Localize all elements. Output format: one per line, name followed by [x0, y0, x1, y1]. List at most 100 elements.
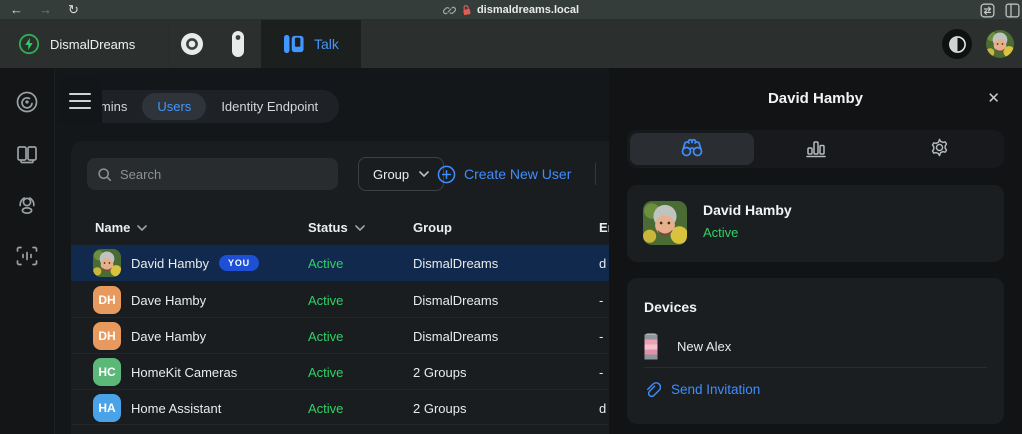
tab-switcher-icon[interactable]	[980, 3, 995, 18]
app-window: ← → ↻ dismaldreams.local DismalDreams T	[0, 0, 1022, 434]
device-name: New Alex	[677, 339, 731, 354]
profile-card: David Hamby Active	[627, 185, 1004, 262]
tab-users[interactable]: Users	[142, 93, 206, 120]
sidebar-item-stations[interactable]	[7, 135, 47, 175]
column-header-name[interactable]: Name	[95, 220, 147, 235]
chevron-down-icon	[419, 171, 429, 177]
users-table: David HambyYOUActiveDismalDreamsdDHDave …	[71, 245, 609, 425]
app-header: DismalDreams Talk	[0, 20, 1022, 68]
link-icon	[443, 4, 456, 17]
sidebar-item-voice[interactable]	[7, 236, 47, 276]
talk-tab[interactable]: Talk	[261, 20, 361, 68]
close-icon[interactable]: ✕	[987, 89, 1000, 107]
contrast-icon	[948, 35, 967, 54]
panel-tab-bar-chart[interactable]	[754, 133, 878, 165]
sidebar-split-icon[interactable]	[1005, 3, 1020, 18]
insecure-lock-icon	[461, 4, 472, 16]
table-row[interactable]: David HambyYOU Active DismalDreams d	[71, 245, 609, 281]
cell-email: d	[599, 245, 606, 281]
column-header-status[interactable]: Status	[308, 220, 365, 235]
send-invitation-button[interactable]: Send Invitation	[644, 381, 760, 398]
sort-chevron-icon	[355, 225, 365, 231]
column-header-email: Email	[599, 220, 609, 235]
cell-name: DHDave Hamby	[93, 318, 206, 354]
devices-title: Devices	[644, 299, 697, 315]
users-toolbar: Group Create New User	[71, 141, 609, 207]
cell-name: HAHome Assistant	[93, 390, 221, 426]
cell-status: Active	[308, 318, 343, 354]
table-row[interactable]: HCHomeKit Cameras Active 2 Groups -	[71, 353, 609, 389]
left-sidebar	[0, 68, 55, 434]
send-invitation-label: Send Invitation	[671, 382, 760, 397]
menu-button[interactable]	[58, 78, 102, 123]
cell-email: -	[599, 282, 603, 318]
talk-icon	[283, 34, 305, 54]
table-row[interactable]: HAHome AssistantActive2 Groupsd	[71, 389, 609, 425]
hamburger-icon	[69, 93, 91, 95]
cell-name: David HambyYOU	[93, 245, 259, 281]
profile-name: David Hamby	[703, 202, 792, 218]
cell-email: d	[599, 390, 606, 426]
table-row[interactable]: DHDave Hamby Active DismalDreams -	[71, 281, 609, 317]
main-content: AdminsUsersIdentity Endpoint Group Creat…	[55, 68, 609, 434]
camera-lens-icon[interactable]	[169, 20, 215, 68]
devices-card: Devices New Alex Send Invitation	[627, 278, 1004, 424]
cell-name: HCHomeKit Cameras	[93, 354, 237, 390]
cell-group: DismalDreams	[413, 318, 498, 354]
cell-name: DHDave Hamby	[93, 282, 206, 318]
forward-icon[interactable]: →	[39, 3, 52, 16]
avatar-initials: DH	[93, 286, 121, 314]
brand-logo-icon	[18, 33, 40, 55]
you-badge: YOU	[219, 255, 259, 271]
back-icon[interactable]: ←	[10, 3, 23, 16]
brand-name: DismalDreams	[50, 37, 135, 52]
avatar-initials: HC	[93, 358, 121, 386]
search-input[interactable]	[120, 167, 328, 182]
table-header: NameStatusGroupEmail	[71, 215, 609, 245]
cell-status: Active	[308, 282, 343, 318]
sidebar-item-doorbell-camera[interactable]	[7, 82, 47, 122]
panel-segmented-tabs	[627, 130, 1004, 168]
dark-mode-toggle[interactable]	[942, 29, 972, 59]
reload-icon[interactable]: ↻	[68, 3, 79, 16]
panel-tab-binoculars[interactable]	[630, 133, 754, 165]
create-new-user-button[interactable]: Create New User	[437, 157, 571, 191]
talk-label: Talk	[314, 36, 339, 52]
avatar-initials: HA	[93, 394, 121, 422]
group-filter-dropdown[interactable]: Group	[358, 157, 444, 191]
table-row[interactable]: DHDave Hamby Active DismalDreams -	[71, 317, 609, 353]
search-icon	[97, 167, 112, 182]
address-bar[interactable]: dismaldreams.local	[0, 0, 1022, 20]
cell-group: 2 Groups	[413, 390, 466, 426]
group-filter-label: Group	[373, 167, 409, 182]
cell-status: Active	[308, 245, 343, 281]
binoculars-icon	[680, 138, 704, 161]
section-tabs: AdminsUsersIdentity Endpoint	[63, 90, 339, 123]
tab-identity-endpoint[interactable]: Identity Endpoint	[206, 93, 333, 120]
cell-email: -	[599, 354, 603, 390]
url-text: dismaldreams.local	[477, 4, 579, 16]
users-card: Group Create New User Name Status Group Ema…	[71, 141, 609, 434]
user-avatar[interactable]	[986, 30, 1014, 58]
profile-status: Active	[703, 225, 738, 240]
cell-group: DismalDreams	[413, 245, 498, 281]
paperclip-icon	[644, 381, 661, 398]
gear-icon	[929, 137, 950, 161]
brand: DismalDreams	[0, 20, 168, 68]
browser-toolbar: ← → ↻ dismaldreams.local	[0, 0, 1022, 20]
doorbell-device-icon[interactable]	[215, 20, 261, 68]
panel-title: David Hamby	[609, 90, 1022, 107]
plus-circle-icon	[437, 165, 456, 184]
cell-status: Active	[308, 354, 343, 390]
sidebar-item-people[interactable]	[7, 185, 47, 225]
device-icon	[644, 333, 658, 360]
avatar-initials: DH	[93, 322, 121, 350]
search-box[interactable]	[87, 158, 338, 190]
device-row[interactable]: New Alex	[644, 326, 987, 368]
bar-chart-icon	[805, 138, 827, 161]
panel-tab-gear[interactable]	[877, 133, 1001, 165]
cell-email: -	[599, 318, 603, 354]
cell-group: DismalDreams	[413, 282, 498, 318]
cell-group: 2 Groups	[413, 354, 466, 390]
toolbar-divider	[595, 163, 596, 185]
